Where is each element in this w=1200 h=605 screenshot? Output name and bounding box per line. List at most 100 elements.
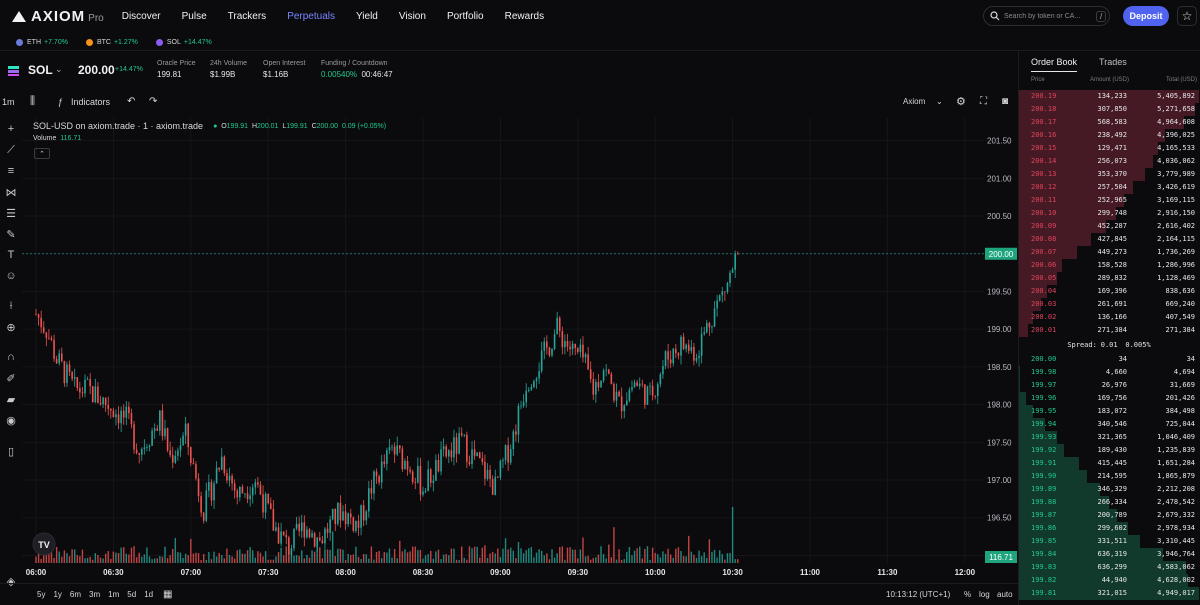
ask-row[interactable]: 200.09 452,287 2,616,402 [1019,220,1199,233]
tab-order-book[interactable]: Order Book [1031,57,1078,72]
chevron-down-icon[interactable]: ⌄ [55,64,63,75]
range-1y[interactable]: 1y [53,590,61,599]
calendar-icon[interactable]: ▦ [163,589,172,600]
indicators-button[interactable]: Indicators [71,97,110,107]
ticker-item-btc[interactable]: BTC +1.27% [85,38,138,46]
settings-icon[interactable]: ⚙ [956,95,966,108]
ask-row[interactable]: 200.16 238,492 4,396,025 [1019,129,1199,142]
bid-row[interactable]: 199.89 346,329 2,212,208 [1019,483,1199,496]
ask-row[interactable]: 200.01 271,384 271,384 [1019,324,1199,337]
auto-toggle[interactable]: auto [997,590,1013,599]
bid-row[interactable]: 199.92 189,430 1,235,839 [1019,444,1199,457]
ask-row[interactable]: 200.13 353,370 3,779,989 [1019,168,1199,181]
zoom-icon[interactable]: ⊕ [3,319,19,335]
range-1d[interactable]: 1d [144,590,153,599]
ask-row[interactable]: 200.07 449,273 1,736,269 [1019,246,1199,259]
ask-row[interactable]: 200.14 256,073 4,036,062 [1019,155,1199,168]
volume-bar [153,558,156,563]
bid-row[interactable]: 199.87 200,789 2,679,332 [1019,509,1199,522]
bid-row[interactable]: 200.00 34 34 [1019,353,1199,366]
search-box[interactable]: / [983,6,1110,26]
bid-row[interactable]: 199.95 183,072 384,498 [1019,405,1199,418]
nav-item-perpetuals[interactable]: Perpetuals [287,11,335,22]
log-toggle[interactable]: log [979,590,990,599]
source-selector[interactable]: Axiom [903,97,925,106]
bid-row[interactable]: 199.97 26,976 31,669 [1019,379,1199,392]
bid-row[interactable]: 199.81 321,015 4,949,017 [1019,587,1199,600]
range-5d[interactable]: 5d [127,590,136,599]
text-icon[interactable]: T [3,247,19,263]
range-5y[interactable]: 5y [37,590,45,599]
deposit-button[interactable]: Deposit [1123,6,1169,26]
ticker-item-sol[interactable]: SOL +14.47% [155,38,212,46]
bid-row[interactable]: 199.91 415,445 1,651,284 [1019,457,1199,470]
nav-item-yield[interactable]: Yield [356,11,378,22]
ticker-item-eth[interactable]: ETH +7.70% [16,38,68,46]
lock-icon[interactable]: ▰ [3,391,19,407]
redo-icon[interactable]: ↷ [149,96,157,107]
nav-item-rewards[interactable]: Rewards [505,11,544,22]
candle-body [282,531,285,535]
ask-row[interactable]: 200.10 299,748 2,916,150 [1019,207,1199,220]
candlestick-chart[interactable]: 201.50 201.00 200.50 200.00 199.50 199.00 198.… [22,118,1018,581]
undo-icon[interactable]: ↶ [127,96,135,107]
range-6m[interactable]: 6m [70,590,81,599]
ask-row[interactable]: 200.11 252,965 3,169,115 [1019,194,1199,207]
ask-row[interactable]: 200.15 129,471 4,165,533 [1019,142,1199,155]
ask-row[interactable]: 200.17 568,583 4,964,608 [1019,116,1199,129]
tab-trades[interactable]: Trades [1099,57,1127,72]
pair-selector[interactable]: SOL [28,63,53,77]
pattern-icon[interactable]: ⋈ [3,184,19,200]
nav-item-pulse[interactable]: Pulse [182,11,207,22]
percent-toggle[interactable]: % [964,590,971,599]
bid-row[interactable]: 199.83 636,299 4,583,062 [1019,561,1199,574]
crosshair-icon[interactable]: + [3,121,19,137]
collapse-legend-button[interactable]: ⌃ [34,148,50,159]
bid-row[interactable]: 199.94 340,546 725,044 [1019,418,1199,431]
candle-type-icon[interactable]: ⫼ [30,95,35,108]
logo[interactable]: AXIOM Pro [12,8,104,25]
fib-icon[interactable]: ☰ [3,205,19,221]
nav-item-vision[interactable]: Vision [399,11,426,22]
bid-row[interactable]: 199.96 169,756 201,426 [1019,392,1199,405]
fullscreen-icon[interactable]: ⛶ [980,96,987,107]
indicators-icon[interactable]: ƒ [58,97,63,107]
search-input[interactable] [1004,12,1092,20]
magnet-icon[interactable]: ∩ [3,349,19,365]
nav-item-discover[interactable]: Discover [122,11,161,22]
eye-icon[interactable]: ◉ [3,412,19,428]
ask-row[interactable]: 200.02 136,166 407,549 [1019,311,1199,324]
range-3m[interactable]: 3m [89,590,100,599]
star-icon[interactable]: ☆ [1177,6,1197,26]
bid-row[interactable]: 199.82 44,940 4,628,002 [1019,574,1199,587]
candle-body [481,458,484,462]
nav-item-portfolio[interactable]: Portfolio [447,11,484,22]
chevron-down-icon[interactable]: ⌄ [936,97,943,106]
ask-row[interactable]: 200.08 427,845 2,164,115 [1019,233,1199,246]
horizontal-lines-icon[interactable]: ≡ [3,163,19,179]
ask-row[interactable]: 200.19 134,233 5,405,892 [1019,90,1199,103]
lock-drawing-icon[interactable]: ✐ [3,370,19,386]
ask-row[interactable]: 200.04 169,396 838,636 [1019,285,1199,298]
trash-icon[interactable]: ▯ [3,443,19,459]
trend-line-icon[interactable]: ⟋ [3,142,19,158]
interval-selector[interactable]: 1m [2,97,15,107]
range-1m[interactable]: 1m [108,590,119,599]
bid-row[interactable]: 199.93 321,365 1,046,409 [1019,431,1199,444]
ask-row[interactable]: 200.05 289,832 1,128,469 [1019,272,1199,285]
ask-row[interactable]: 200.12 257,504 3,426,619 [1019,181,1199,194]
brush-icon[interactable]: ✎ [3,226,19,242]
ask-row[interactable]: 200.18 307,850 5,271,658 [1019,103,1199,116]
bid-row[interactable]: 199.88 266,334 2,478,542 [1019,496,1199,509]
camera-icon[interactable]: ◙ [1002,96,1008,107]
bid-row[interactable]: 199.86 299,602 2,978,934 [1019,522,1199,535]
bid-row[interactable]: 199.85 331,511 3,310,445 [1019,535,1199,548]
bid-row[interactable]: 199.84 636,319 3,946,764 [1019,548,1199,561]
nav-item-trackers[interactable]: Trackers [228,11,267,22]
ask-row[interactable]: 200.03 261,691 669,240 [1019,298,1199,311]
bid-row[interactable]: 199.90 214,595 1,865,879 [1019,470,1199,483]
ask-row[interactable]: 200.06 158,528 1,286,996 [1019,259,1199,272]
ruler-icon[interactable]: ⟊ [3,298,19,314]
bid-row[interactable]: 199.98 4,660 4,694 [1019,366,1199,379]
emoji-icon[interactable]: ☺ [3,268,19,284]
